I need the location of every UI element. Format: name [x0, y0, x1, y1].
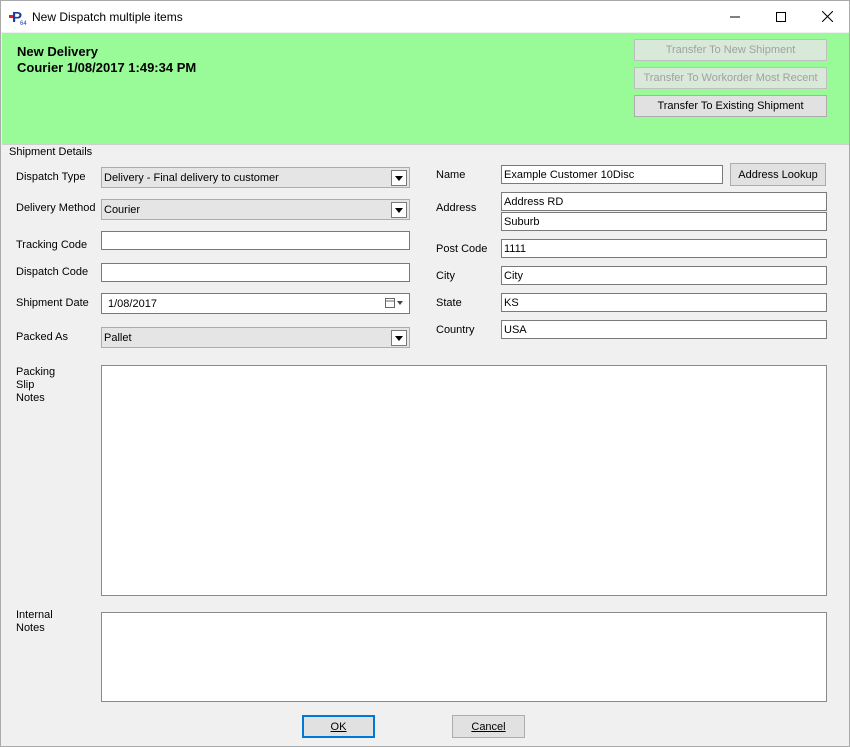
svg-text:64: 64: [20, 21, 27, 26]
banner-subtitle: Courier 1/08/2017 1:49:34 PM: [17, 60, 197, 75]
window-title: New Dispatch multiple items: [32, 10, 183, 24]
post-code-field[interactable]: 1111: [501, 239, 827, 258]
chevron-down-icon: [391, 202, 407, 218]
tracking-code-field[interactable]: [101, 231, 410, 250]
delivery-method-value: Courier: [104, 203, 141, 216]
transfer-existing-shipment-button[interactable]: Transfer To Existing Shipment: [634, 95, 827, 117]
name-field[interactable]: Example Customer 10Disc: [501, 165, 723, 184]
tracking-code-label: Tracking Code: [16, 239, 88, 251]
packed-as-label: Packed As: [16, 331, 68, 343]
state-field[interactable]: KS: [501, 293, 827, 312]
maximize-button[interactable]: [758, 1, 804, 32]
dispatch-type-value: Delivery - Final delivery to customer: [104, 171, 279, 184]
group-label: Shipment Details: [9, 146, 93, 158]
country-label: Country: [436, 324, 475, 336]
minimize-icon: [730, 16, 740, 17]
packing-slip-notes-label: Packing Slip Notes: [16, 366, 56, 404]
transfer-workorder-recent-button[interactable]: Transfer To Workorder Most Recent: [634, 67, 827, 89]
country-field[interactable]: USA: [501, 320, 827, 339]
shipment-date-value: 1/08/2017: [108, 297, 157, 310]
close-button[interactable]: [804, 1, 850, 32]
close-icon: [821, 11, 833, 22]
delivery-method-label: Delivery Method: [16, 202, 96, 214]
address-lookup-button[interactable]: Address Lookup: [730, 163, 826, 186]
packed-as-select[interactable]: Pallet: [101, 327, 410, 348]
ok-button[interactable]: OK: [302, 715, 375, 738]
internal-notes-textarea[interactable]: [101, 612, 827, 702]
address-line2-field[interactable]: Suburb: [501, 212, 827, 231]
address-label: Address: [436, 202, 477, 214]
city-label: City: [436, 270, 455, 282]
transfer-new-shipment-button[interactable]: Transfer To New Shipment: [634, 39, 827, 61]
title-bar: P 64 New Dispatch multiple items: [1, 1, 849, 32]
dispatch-code-label: Dispatch Code: [16, 266, 89, 278]
delivery-method-select[interactable]: Courier: [101, 199, 410, 220]
calendar-icon[interactable]: [385, 297, 405, 309]
packed-as-value: Pallet: [104, 331, 132, 344]
dispatch-code-field[interactable]: [101, 263, 410, 282]
dispatch-window: P 64 New Dispatch multiple items New Del…: [0, 0, 850, 747]
p-app-icon: P 64: [9, 8, 27, 27]
internal-notes-label: Internal Notes: [16, 609, 53, 634]
ok-label: OK: [330, 720, 347, 733]
cancel-button[interactable]: Cancel: [452, 715, 525, 738]
state-label: State: [436, 297, 462, 309]
cancel-label: Cancel: [471, 720, 506, 733]
minimize-button[interactable]: [712, 1, 758, 32]
post-code-label: Post Code: [436, 243, 488, 255]
chevron-down-icon: [391, 330, 407, 346]
shipment-date-picker[interactable]: 1/08/2017: [101, 293, 410, 314]
chevron-down-icon: [391, 170, 407, 186]
city-field[interactable]: City: [501, 266, 827, 285]
address-line1-field[interactable]: Address RD: [501, 192, 827, 211]
maximize-icon: [776, 11, 786, 22]
status-banner: New Delivery Courier 1/08/2017 1:49:34 P…: [2, 33, 849, 144]
packing-slip-notes-textarea[interactable]: [101, 365, 827, 596]
dispatch-type-select[interactable]: Delivery - Final delivery to customer: [101, 167, 410, 188]
banner-title: New Delivery: [17, 44, 98, 59]
shipment-date-label: Shipment Date: [16, 297, 89, 309]
dispatch-type-label: Dispatch Type: [16, 171, 86, 183]
name-label: Name: [436, 169, 466, 181]
